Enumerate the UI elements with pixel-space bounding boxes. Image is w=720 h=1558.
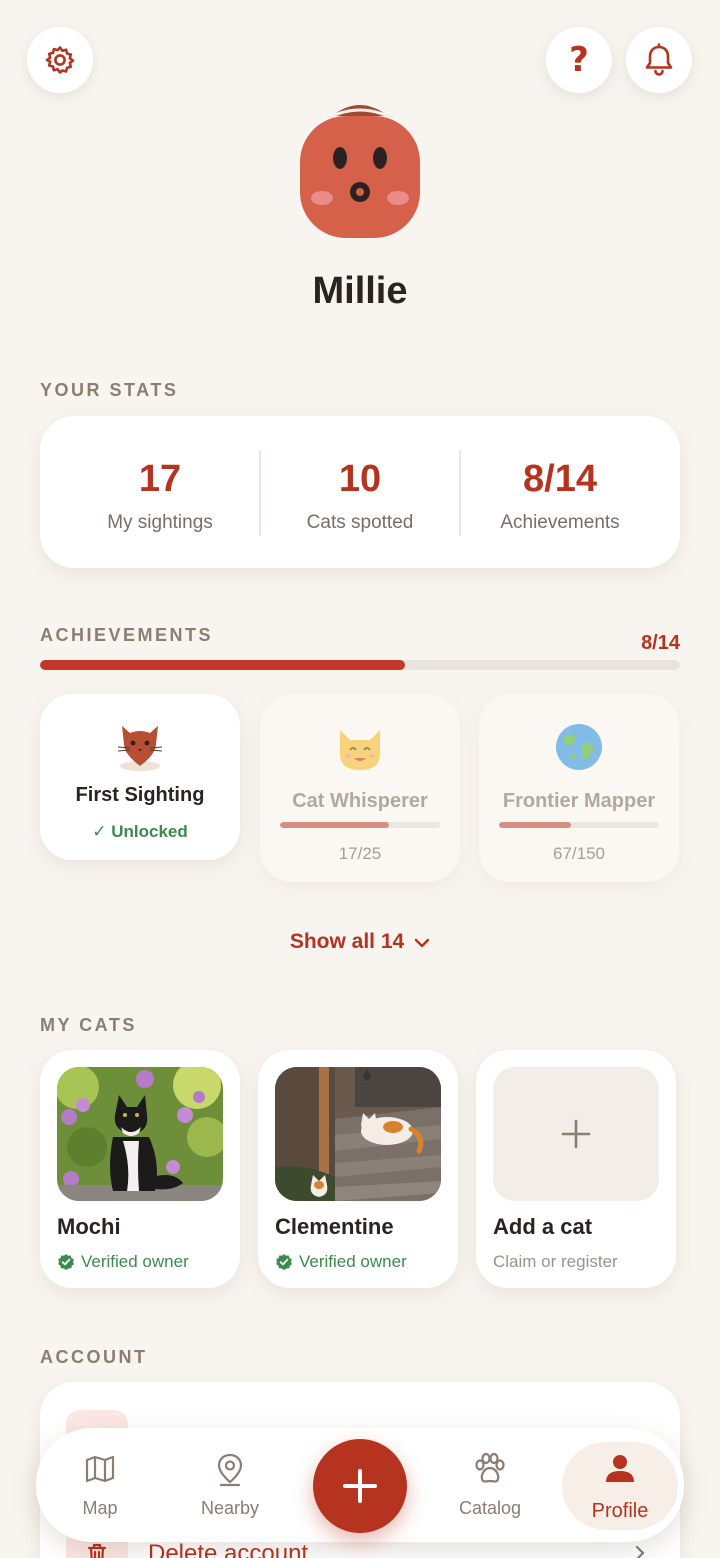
verified-owner-badge: Verified owner (275, 1252, 407, 1272)
verified-check-icon (58, 1254, 74, 1270)
achievement-progress-fill (280, 822, 389, 828)
globe-icon (479, 722, 679, 782)
cat-photo (275, 1067, 441, 1201)
nav-item-nearby[interactable]: Nearby (170, 1428, 290, 1542)
chevron-right-icon (634, 1544, 646, 1558)
stat-cats-spotted[interactable]: 10 Cats spotted (260, 416, 460, 568)
map-icon (40, 1452, 160, 1488)
question-icon: ? (569, 40, 589, 80)
avatar-face-icon (300, 105, 420, 238)
nav-label: Profile (591, 1500, 649, 1522)
verified-check-icon (276, 1254, 292, 1270)
achievements-section-label: ACHIEVEMENTS (40, 625, 214, 645)
nav-item-map[interactable]: Map (40, 1428, 160, 1542)
plus-icon (561, 1119, 591, 1149)
avatar[interactable] (298, 98, 422, 240)
achievement-title: First Sighting (75, 784, 205, 806)
verified-owner-badge: Verified owner (57, 1252, 189, 1272)
show-all-label: Show all 14 (289, 930, 405, 953)
nav-label: Nearby (200, 1498, 260, 1518)
location-pin-icon (170, 1452, 290, 1488)
stat-label: Achievements (500, 512, 620, 533)
profile-screen: ? Millie YOUR STATS 17 My sightings 10 C… (0, 0, 720, 1558)
gear-icon (45, 46, 75, 74)
achievement-progress-text: 17/25 (338, 844, 382, 863)
nav-item-profile[interactable]: Profile (560, 1428, 680, 1542)
achievement-status: ✓ Unlocked (92, 822, 188, 841)
nav-label: Map (82, 1498, 118, 1518)
plus-icon (343, 1469, 377, 1503)
cat-photo (57, 1067, 223, 1201)
stat-value: 17 (138, 458, 182, 500)
cat-status: Verified owner (81, 1252, 189, 1271)
profile-name: Millie (312, 270, 408, 312)
bell-icon (645, 43, 673, 76)
achievement-card-first-sighting[interactable]: First Sighting ✓ Unlocked (40, 694, 240, 860)
stat-value: 10 (338, 458, 382, 500)
show-all-achievements-button[interactable]: Show all 14 (0, 930, 720, 954)
achievement-title: Cat Whisperer (292, 790, 428, 812)
cat-card-mochi[interactable]: Mochi Verified owner (40, 1050, 240, 1288)
my-cats-section-label: MY CATS (40, 1015, 137, 1035)
help-button[interactable]: ? (546, 27, 612, 93)
stat-label: Cats spotted (306, 512, 414, 533)
stat-achievements[interactable]: 8/14 Achievements (460, 416, 660, 568)
cat-status: Verified owner (299, 1252, 407, 1271)
chevron-down-icon (414, 930, 430, 954)
achievement-progress-fill (499, 822, 571, 828)
cat-name: Clementine (275, 1214, 394, 1239)
add-cat-title: Add a cat (493, 1214, 593, 1239)
achievement-card-cat-whisperer[interactable]: Cat Whisperer 17/25 (260, 694, 460, 882)
add-cat-card[interactable]: Add a cat Claim or register (476, 1050, 676, 1288)
achievement-title: Frontier Mapper (502, 790, 656, 812)
stats-section-label: YOUR STATS (40, 380, 179, 400)
achievement-card-frontier-mapper[interactable]: Frontier Mapper 67/150 (479, 694, 679, 882)
smiling-cat-icon (260, 726, 460, 786)
add-sighting-button[interactable] (313, 1439, 407, 1533)
achievement-progress-text: 67/150 (553, 844, 605, 863)
person-icon (560, 1452, 680, 1488)
stat-value: 8/14 (523, 458, 597, 500)
stats-card: 17 My sightings 10 Cats spotted 8/14 Ach… (40, 416, 680, 568)
paw-icon (430, 1452, 550, 1488)
stat-sightings[interactable]: 17 My sightings (60, 416, 260, 568)
achievement-progress-bar (499, 822, 659, 828)
add-cat-placeholder (493, 1067, 659, 1201)
cat-card-clementine[interactable]: Clementine Verified owner (258, 1050, 458, 1288)
stat-label: My sightings (107, 512, 213, 533)
add-cat-subtitle: Claim or register (493, 1252, 618, 1271)
account-section-label: ACCOUNT (40, 1347, 148, 1367)
achievement-progress-bar (280, 822, 440, 828)
achievements-progress-fill (40, 660, 405, 670)
cat-name: Mochi (57, 1214, 121, 1239)
nav-label: Catalog (458, 1498, 522, 1518)
nav-item-catalog[interactable]: Catalog (430, 1428, 550, 1542)
settings-button[interactable] (27, 27, 93, 93)
delete-account-button[interactable]: Delete account (148, 1540, 308, 1558)
notifications-button[interactable] (626, 27, 692, 93)
cat-head-icon (40, 714, 240, 774)
achievements-count: 8/14 (641, 632, 680, 654)
achievements-progress-bar (40, 660, 680, 670)
